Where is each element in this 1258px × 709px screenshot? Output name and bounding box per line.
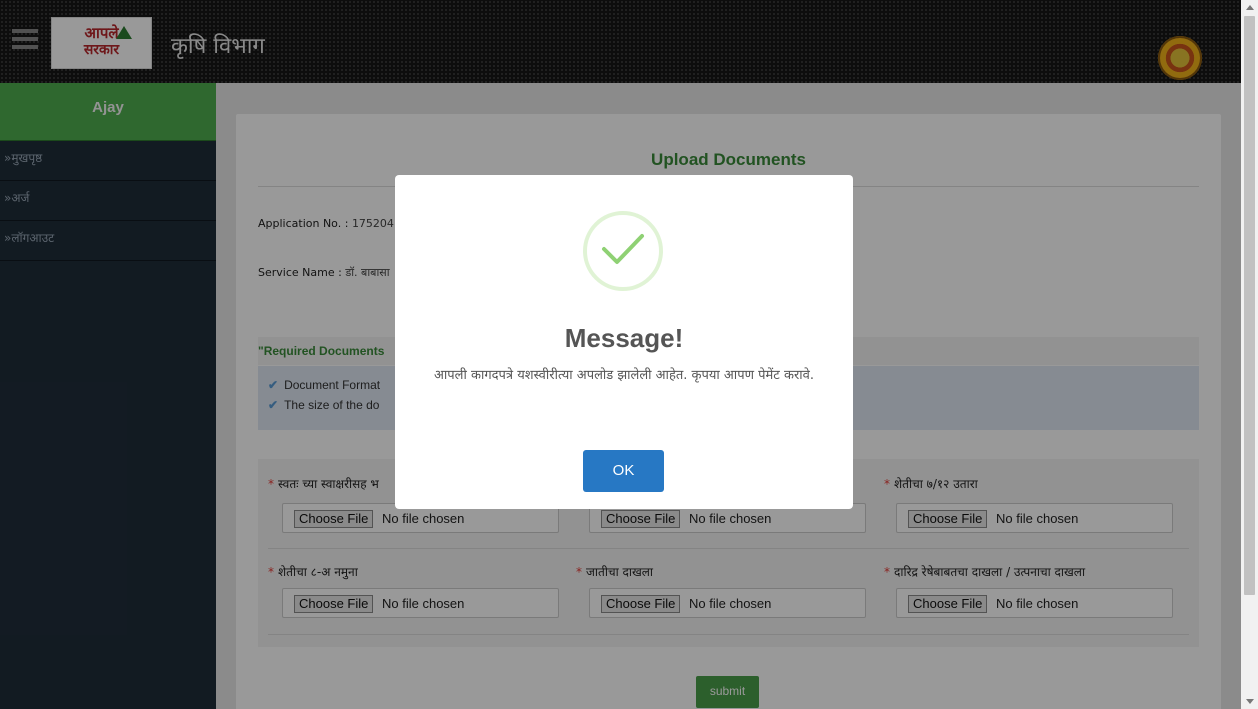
- ok-button[interactable]: OK: [583, 450, 664, 492]
- scroll-up-icon[interactable]: [1246, 5, 1254, 10]
- success-check-icon: [583, 211, 663, 291]
- message-dialog: Message! आपली कागदपत्रे यशस्वीरीत्या अपल…: [395, 175, 853, 509]
- scroll-thumb[interactable]: [1244, 16, 1255, 595]
- check-mark-icon: [602, 234, 644, 264]
- dialog-title: Message!: [564, 323, 684, 353]
- scroll-down-icon[interactable]: [1246, 699, 1254, 704]
- dialog-message: आपली कागदपत्रे यशस्वीरीत्या अपलोड झालेली…: [433, 368, 815, 383]
- page-scrollbar[interactable]: [1241, 0, 1258, 709]
